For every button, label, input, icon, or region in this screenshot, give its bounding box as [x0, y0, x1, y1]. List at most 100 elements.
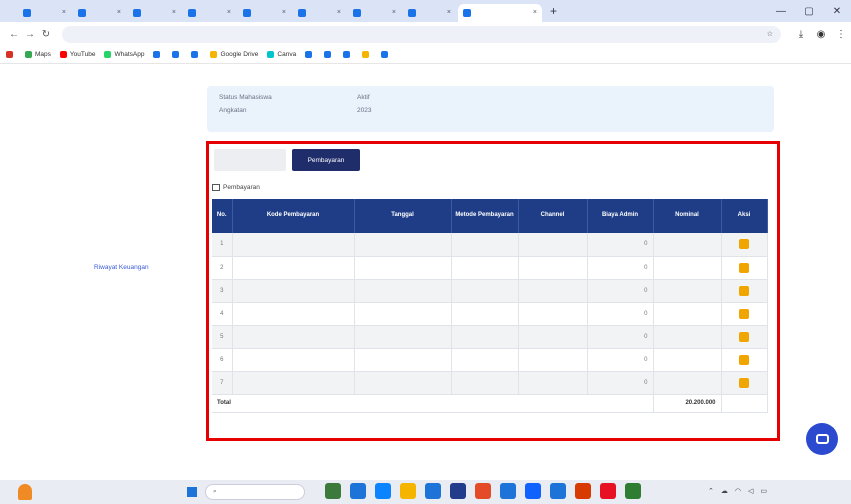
- new-tab-button[interactable]: +: [550, 4, 557, 18]
- tab-close-icon[interactable]: ×: [227, 9, 231, 16]
- tab-close-icon[interactable]: ×: [62, 9, 66, 16]
- sidebar-item[interactable]: [82, 386, 187, 411]
- sidebar-item[interactable]: [82, 209, 187, 234]
- taskbar-app-icon[interactable]: [625, 483, 641, 499]
- browser-tab[interactable]: ×: [293, 4, 346, 22]
- bookmark-item[interactable]: YouTube: [59, 51, 95, 58]
- bookmark-icon: [305, 51, 313, 58]
- taskbar-app-icon[interactable]: [375, 483, 391, 499]
- receipt-icon[interactable]: [739, 262, 749, 273]
- bookmark-item[interactable]: [343, 51, 353, 58]
- receipt-icon[interactable]: [739, 377, 749, 388]
- battery-icon[interactable]: ▭: [760, 487, 767, 495]
- browser-tab[interactable]: ×: [183, 4, 236, 22]
- address-bar[interactable]: ☆: [61, 25, 782, 43]
- tab-pembayaran[interactable]: Pembayaran: [292, 149, 360, 171]
- taskbar-app-icon[interactable]: [450, 483, 466, 499]
- cell-admin: 0: [587, 302, 654, 326]
- taskbar-app-icon[interactable]: [525, 483, 541, 499]
- cell-admin: 0: [587, 279, 654, 303]
- bookmark-item[interactable]: [172, 51, 182, 58]
- menu-icon[interactable]: ⋮: [831, 29, 851, 40]
- bookmark-item[interactable]: Canva: [267, 51, 296, 58]
- taskbar-app-icon[interactable]: [325, 483, 341, 499]
- bookmark-item[interactable]: [305, 51, 315, 58]
- sidebar-item[interactable]: [82, 331, 187, 356]
- taskbar-app-icon[interactable]: [425, 483, 441, 499]
- bookmark-item[interactable]: [191, 51, 201, 58]
- sidebar-item[interactable]: [82, 160, 187, 185]
- table-icon: [212, 184, 220, 191]
- weather-widget-icon[interactable]: [18, 484, 32, 500]
- cell-nominal: [653, 348, 722, 372]
- browser-tab[interactable]: ×: [458, 3, 542, 22]
- start-icon[interactable]: [187, 487, 197, 497]
- sidebar-item[interactable]: [82, 111, 187, 136]
- bookmark-item[interactable]: WhatsApp: [104, 51, 144, 58]
- bookmark-item[interactable]: [324, 51, 334, 58]
- tray-chevron-icon[interactable]: ⌃: [708, 487, 714, 495]
- browser-tab[interactable]: ×: [403, 4, 456, 22]
- browser-tab[interactable]: ×: [73, 4, 126, 22]
- tab-close-icon[interactable]: ×: [533, 9, 537, 16]
- bookmark-item[interactable]: [153, 51, 163, 58]
- sidebar-item[interactable]: [82, 184, 187, 209]
- maximize-icon[interactable]: ▢: [795, 6, 823, 17]
- taskbar-app-icon[interactable]: [500, 483, 516, 499]
- volume-icon[interactable]: ◁: [748, 487, 753, 495]
- taskbar-app-icon[interactable]: [350, 483, 366, 499]
- bookmark-item[interactable]: Google Drive: [210, 51, 258, 58]
- cell-no: 1: [212, 233, 233, 257]
- tab-close-icon[interactable]: ×: [337, 9, 341, 16]
- receipt-icon[interactable]: [739, 285, 749, 296]
- browser-tab[interactable]: ×: [18, 4, 71, 22]
- receipt-icon[interactable]: [739, 239, 749, 250]
- taskbar-app-icon[interactable]: [550, 483, 566, 499]
- taskbar-app-icon[interactable]: [600, 483, 616, 499]
- tab-close-icon[interactable]: ×: [392, 9, 396, 16]
- taskbar-app-icon[interactable]: [475, 483, 491, 499]
- receipt-icon[interactable]: [739, 308, 749, 319]
- cell-nominal: [653, 302, 722, 326]
- sidebar-item[interactable]: [82, 135, 187, 160]
- tab-tagihan[interactable]: [214, 149, 286, 171]
- cloud-icon[interactable]: ☁: [721, 487, 728, 495]
- receipt-icon[interactable]: [739, 331, 749, 342]
- sidebar-item[interactable]: [82, 86, 187, 111]
- bookmark-item[interactable]: [6, 51, 16, 58]
- taskbar-app-icon[interactable]: [575, 483, 591, 499]
- cell-channel: [518, 233, 588, 257]
- reload-icon[interactable]: ↻: [38, 29, 54, 40]
- sidebar-item[interactable]: [82, 410, 187, 440]
- sidebar-item[interactable]: [82, 356, 187, 386]
- browser-tab[interactable]: ×: [238, 4, 291, 22]
- bookmark-item[interactable]: Maps: [25, 51, 51, 58]
- wifi-icon[interactable]: ◠: [735, 487, 741, 495]
- chat-button[interactable]: [806, 423, 838, 455]
- receipt-icon[interactable]: [739, 354, 749, 365]
- bookmark-star-icon[interactable]: ☆: [767, 30, 773, 38]
- download-icon[interactable]: ⤓: [791, 29, 811, 40]
- back-icon[interactable]: ←: [6, 29, 22, 40]
- taskbar-app-icon[interactable]: [400, 483, 416, 499]
- tab-close-icon[interactable]: ×: [447, 9, 451, 16]
- sidebar-item[interactable]: [82, 307, 187, 332]
- sidebar-item[interactable]: Riwayat Keuangan: [82, 258, 187, 283]
- sidebar-item[interactable]: [82, 282, 187, 307]
- tab-close-icon[interactable]: ×: [117, 9, 121, 16]
- forward-icon[interactable]: →: [22, 29, 38, 40]
- browser-tab[interactable]: ×: [348, 4, 401, 22]
- sidebar-item[interactable]: [82, 440, 187, 465]
- tab-close-icon[interactable]: ×: [282, 9, 286, 16]
- cell-tanggal: [354, 302, 452, 326]
- minimize-icon[interactable]: —: [767, 6, 795, 17]
- bookmark-item[interactable]: [362, 51, 372, 58]
- close-window-icon[interactable]: ✕: [823, 6, 851, 17]
- bookmark-item[interactable]: [381, 51, 391, 58]
- taskbar-search[interactable]: ⌕: [205, 484, 305, 500]
- sidebar-item[interactable]: [82, 233, 187, 258]
- tab-close-icon[interactable]: ×: [172, 9, 176, 16]
- browser-tab[interactable]: ×: [128, 4, 181, 22]
- profile-icon[interactable]: ◉: [811, 29, 831, 40]
- search-icon: ⌕: [213, 488, 217, 495]
